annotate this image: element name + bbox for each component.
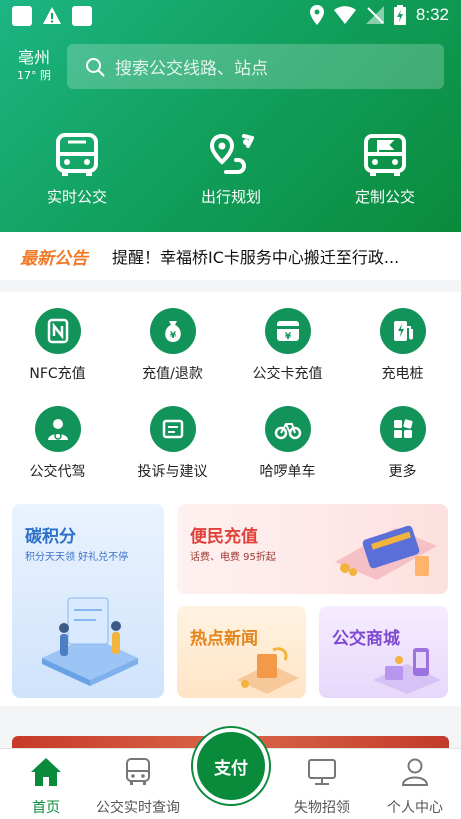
- city-selector[interactable]: 亳州 17° 阴: [14, 48, 54, 84]
- card-title: 碳积分: [25, 527, 76, 547]
- clock: 8:32: [415, 5, 449, 24]
- home-icon: [31, 758, 61, 786]
- battery-icon: [393, 5, 406, 25]
- notification-icon: [12, 6, 32, 26]
- mall-illustration: [373, 648, 441, 694]
- service-complaint-suggestion[interactable]: 投诉与建议: [115, 406, 230, 481]
- header: 8:32 亳州 17° 阴 搜索公交线路、站点 实时公交 出行规划 定制公交: [0, 0, 461, 232]
- service-charging-pile[interactable]: 充电桩: [345, 308, 460, 383]
- bus-mall-card[interactable]: 公交商城: [319, 606, 448, 698]
- location-icon: [309, 5, 324, 25]
- service-bus-card-recharge[interactable]: ¥ 公交卡充值: [230, 308, 345, 383]
- carbon-points-card[interactable]: 碳积分 积分天天领 好礼兑不停: [12, 504, 164, 698]
- more-apps-icon: [379, 406, 426, 452]
- service-label: 公交代驾: [29, 464, 86, 480]
- notice-tag: 最新公告: [20, 248, 88, 269]
- bus-icon: [56, 133, 98, 176]
- quick-action-label: 出行规划: [200, 188, 261, 206]
- tab-label: 公交实时查询: [96, 800, 180, 816]
- search-placeholder: 搜索公交线路、站点: [115, 59, 268, 79]
- driver-icon: [34, 406, 81, 452]
- service-label: 充值/退款: [142, 366, 203, 382]
- complaint-icon: [149, 406, 196, 452]
- wifi-icon: [333, 6, 356, 24]
- search-icon: [86, 57, 105, 76]
- lost-found-icon: [308, 759, 336, 785]
- quick-action-custom-bus[interactable]: 定制公交: [320, 132, 450, 207]
- tab-label: 失物招领: [294, 800, 350, 816]
- service-more[interactable]: 更多: [345, 406, 460, 481]
- hot-news-card[interactable]: 热点新闻: [177, 606, 306, 698]
- nfc-icon: [34, 308, 81, 354]
- money-bag-icon: ¥: [149, 308, 196, 354]
- carbon-illustration: [42, 597, 138, 686]
- tab-home[interactable]: 首页: [0, 755, 92, 817]
- search-bar[interactable]: 搜索公交线路、站点: [67, 44, 444, 89]
- svg-text:¥: ¥: [169, 331, 176, 341]
- notice-text[interactable]: 提醒！幸福桥IC卡服务中心搬迁至行政...: [112, 244, 432, 268]
- card-title: 便民充值: [190, 527, 258, 547]
- tab-lost-found[interactable]: 失物招领: [276, 755, 368, 817]
- card-subtitle: 话费、电费 95折起: [190, 552, 276, 563]
- bus-card-icon: ¥: [264, 308, 311, 354]
- service-label: 更多: [388, 464, 417, 480]
- tab-label: 首页: [32, 800, 60, 816]
- tab-label: 个人中心: [387, 800, 443, 816]
- pay-button[interactable]: 支付: [193, 728, 269, 804]
- bike-icon: [264, 406, 311, 452]
- notice-bar[interactable]: 最新公告 提醒！幸福桥IC卡服务中心搬迁至行政...: [0, 232, 461, 280]
- route-plan-icon: [209, 133, 254, 174]
- quick-action-label: 实时公交: [46, 188, 107, 206]
- quick-action-realtime-bus[interactable]: 实时公交: [12, 132, 142, 207]
- service-bus-driver[interactable]: 公交代驾: [0, 406, 115, 481]
- service-label: 投诉与建议: [137, 464, 208, 480]
- quick-action-route-plan[interactable]: 出行规划: [166, 132, 296, 207]
- service-label: 公交卡充值: [252, 366, 323, 382]
- user-icon: [401, 758, 429, 786]
- tab-profile[interactable]: 个人中心: [369, 755, 461, 817]
- service-recharge-refund[interactable]: ¥ 充值/退款: [115, 308, 230, 383]
- news-illustration: [237, 647, 299, 694]
- service-label: NFC充值: [29, 366, 86, 382]
- quick-action-label: 定制公交: [354, 188, 415, 206]
- warning-icon: [43, 7, 61, 24]
- card-subtitle: 积分天天领 好礼兑不停: [25, 552, 129, 563]
- service-hello-bike[interactable]: 哈啰单车: [230, 406, 345, 481]
- svg-text:¥: ¥: [284, 332, 291, 342]
- convenience-recharge-card[interactable]: 便民充值 话费、电费 95折起: [177, 504, 448, 594]
- promo-section: 碳积分 积分天天领 好礼兑不停 便民充值 话费、电费 95折起 热点新闻 公交商…: [0, 492, 461, 706]
- custom-bus-icon: [364, 134, 406, 176]
- notification-icon: [72, 6, 92, 26]
- weather: 17° 阴: [17, 69, 51, 82]
- service-label: 哈啰单车: [259, 464, 316, 480]
- charging-pile-icon: [379, 308, 426, 354]
- service-grid: NFC充值 ¥ 充值/退款 ¥ 公交卡充值 充电桩 公交代驾 投诉与建议 哈啰单…: [0, 292, 461, 492]
- service-label: 充电桩: [381, 366, 424, 382]
- tab-bus-query[interactable]: 公交实时查询: [92, 755, 184, 817]
- bus-query-icon: [126, 758, 150, 785]
- no-signal-icon: [365, 6, 384, 24]
- city-name: 亳州: [17, 48, 50, 67]
- service-nfc-recharge[interactable]: NFC充值: [0, 308, 115, 383]
- recharge-illustration: [335, 525, 437, 580]
- status-bar: 8:32: [0, 0, 461, 32]
